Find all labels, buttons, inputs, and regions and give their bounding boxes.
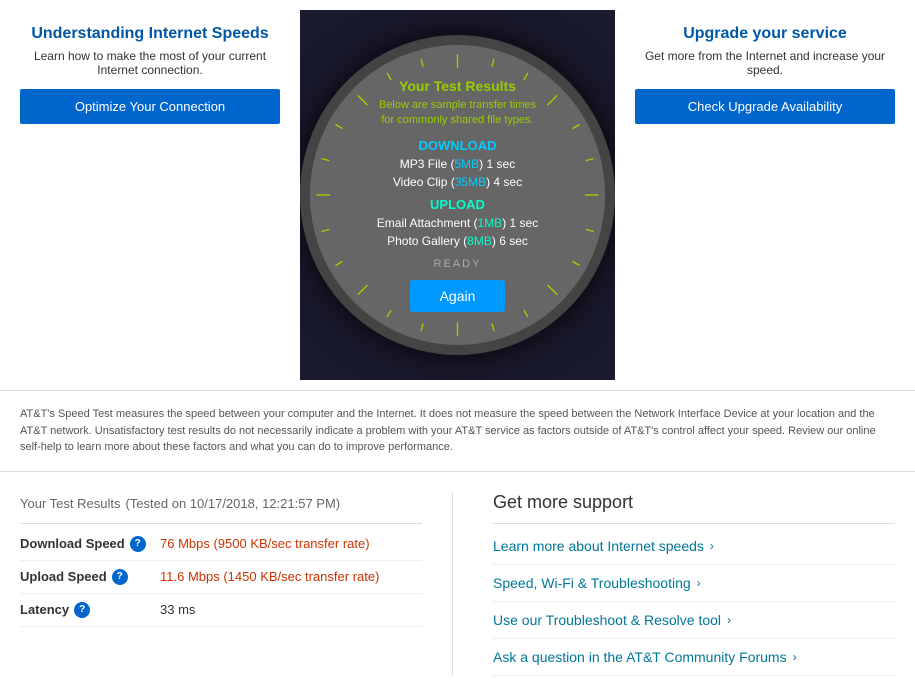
gauge-container: DOWNLOAD 76 Mbps — [300, 10, 615, 380]
upload-speed-value: 11.6 Mbps (1450 KB/sec transfer rate) — [160, 569, 379, 584]
video-time: 4 sec — [493, 175, 522, 189]
photo-size: 8MB — [467, 234, 492, 248]
support-link-4[interactable]: Ask a question in the AT&T Community For… — [493, 639, 895, 676]
main-gauge: Your Test Results Below are sample trans… — [300, 35, 615, 355]
download-speed-text: 76 Mbps (9500 KB/sec transfer rate) — [160, 536, 370, 551]
latency-value: 33 ms — [160, 602, 195, 617]
video-label: Video Clip — [393, 175, 447, 189]
disclaimer: AT&T's Speed Test measures the speed bet… — [0, 390, 915, 472]
chevron-1-icon: › — [710, 539, 714, 553]
support-link-3[interactable]: Use our Troubleshoot & Resolve tool › — [493, 602, 895, 639]
support-link-1-text: Learn more about Internet speeds — [493, 538, 704, 554]
understanding-heading: Understanding Internet Speeds — [31, 25, 268, 43]
chevron-4-icon: › — [793, 650, 797, 664]
support-link-4-text: Ask a question in the AT&T Community For… — [493, 649, 787, 665]
banner-left: Understanding Internet Speeds Learn how … — [0, 10, 300, 380]
results-panel: Your Test Results Below are sample trans… — [367, 68, 548, 323]
upgrade-heading: Upgrade your service — [683, 25, 847, 43]
support-link-2[interactable]: Speed, Wi-Fi & Troubleshooting › — [493, 565, 895, 602]
mp3-label: MP3 File — [400, 157, 447, 171]
download-speed-value: 76 Mbps (9500 KB/sec transfer rate) — [160, 536, 370, 551]
email-time: 1 sec — [510, 216, 539, 230]
support-header: Get more support — [493, 492, 895, 524]
upgrade-desc: Get more from the Internet and increase … — [635, 49, 895, 77]
upload-section-label: UPLOAD — [377, 197, 538, 212]
results-title: Your Test Results — [377, 78, 538, 94]
video-size: 35MB — [455, 175, 486, 189]
photo-line: Photo Gallery (8MB) 6 sec — [377, 232, 538, 250]
download-help-icon[interactable]: ? — [130, 536, 146, 552]
email-label: Email Attachment — [377, 216, 470, 230]
mp3-line: MP3 File (5MB) 1 sec — [377, 155, 538, 173]
support-panel: Get more support Learn more about Intern… — [483, 492, 895, 676]
latency-value-text: 33 ms — [160, 602, 195, 617]
disclaimer-text: AT&T's Speed Test measures the speed bet… — [20, 406, 895, 456]
download-speed-row: Download Speed ? 76 Mbps (9500 KB/sec tr… — [20, 528, 422, 561]
download-section-label: DOWNLOAD — [377, 138, 538, 153]
banner-right: Upgrade your service Get more from the I… — [615, 10, 915, 380]
results-support-section: Your Test Results (Tested on 10/17/2018,… — [0, 472, 915, 696]
results-subtitle: Below are sample transfer times for comm… — [377, 98, 538, 129]
photo-time: 6 sec — [499, 234, 528, 248]
subtitle-line2: for commonly shared file types. — [381, 114, 533, 126]
again-button[interactable]: Again — [410, 280, 506, 312]
email-line: Email Attachment (1MB) 1 sec — [377, 214, 538, 232]
upload-help-icon[interactable]: ? — [112, 569, 128, 585]
optimize-button[interactable]: Optimize Your Connection — [20, 89, 280, 124]
email-size: 1MB — [478, 216, 503, 230]
mp3-size: 5MB — [454, 157, 479, 171]
test-results-header: Your Test Results (Tested on 10/17/2018,… — [20, 492, 422, 524]
support-link-3-text: Use our Troubleshoot & Resolve tool — [493, 612, 721, 628]
upload-speed-row: Upload Speed ? 11.6 Mbps (1450 KB/sec tr… — [20, 561, 422, 594]
ready-text: READY — [377, 258, 538, 270]
chevron-2-icon: › — [697, 576, 701, 590]
upload-speed-text: 11.6 Mbps (1450 KB/sec transfer rate) — [160, 569, 379, 584]
support-link-2-text: Speed, Wi-Fi & Troubleshooting — [493, 575, 691, 591]
understanding-desc: Learn how to make the most of your curre… — [20, 49, 280, 77]
top-banner: Understanding Internet Speeds Learn how … — [0, 0, 915, 390]
upload-speed-label: Upload Speed ? — [20, 569, 160, 585]
photo-label: Photo Gallery — [387, 234, 460, 248]
test-results-timestamp: (Tested on 10/17/2018, 12:21:57 PM) — [125, 496, 340, 511]
test-results-panel: Your Test Results (Tested on 10/17/2018,… — [20, 492, 453, 676]
latency-row: Latency ? 33 ms — [20, 594, 422, 627]
video-line: Video Clip (35MB) 4 sec — [377, 173, 538, 191]
subtitle-line1: Below are sample transfer times — [379, 99, 536, 111]
mp3-time: 1 sec — [487, 157, 516, 171]
latency-label: Latency ? — [20, 602, 160, 618]
support-link-1[interactable]: Learn more about Internet speeds › — [493, 528, 895, 565]
upgrade-button[interactable]: Check Upgrade Availability — [635, 89, 895, 124]
test-results-title: Your Test Results — [20, 496, 120, 511]
download-speed-label: Download Speed ? — [20, 536, 160, 552]
latency-help-icon[interactable]: ? — [74, 602, 90, 618]
chevron-3-icon: › — [727, 613, 731, 627]
